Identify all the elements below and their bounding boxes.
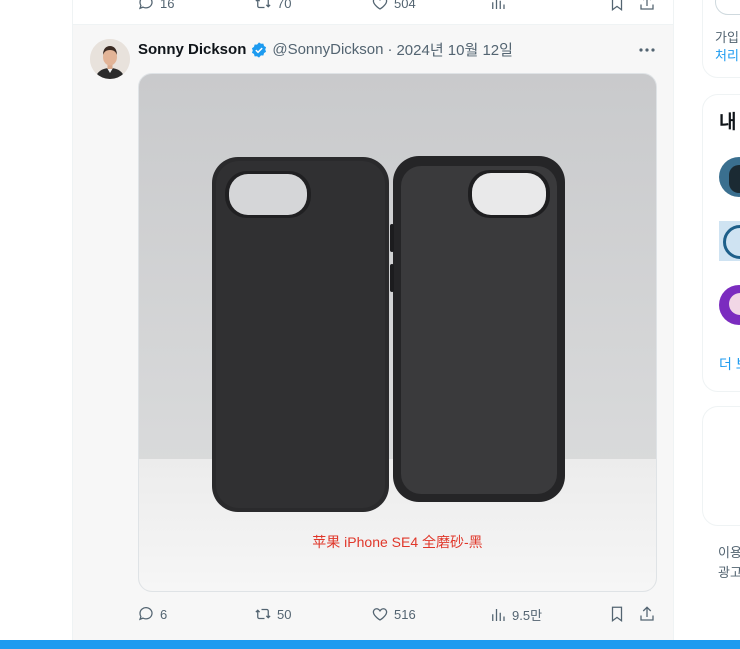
like-count: 516 [394,606,416,622]
like-icon [372,0,388,10]
image-caption: 苹果 iPhone SE4 全磨砂-黑 [312,534,483,550]
avatar-photo [90,39,130,79]
like-button[interactable]: 504 [371,0,416,12]
retweet-icon [255,608,271,620]
trends-card [702,406,740,526]
author-handle[interactable]: @SonnyDickson [272,41,383,58]
verified-badge-icon [252,41,267,58]
bookmark-button[interactable] [608,0,626,12]
retweet-button[interactable]: 70 [254,0,291,12]
show-more-link[interactable]: 더 보 [719,354,740,374]
reply-button[interactable]: 6 [137,605,167,623]
like-count: 504 [394,0,416,11]
share-icon [640,0,654,10]
timeline-column: 16 70 504 Sonny Dickson @SonnyDickson · … [72,0,674,640]
bookmark-button[interactable] [608,605,626,623]
reply-count: 16 [160,0,175,11]
author-name[interactable]: Sonny Dickson [138,41,246,58]
header-separator: · [387,41,393,58]
like-button[interactable]: 516 [371,605,416,623]
bookmark-icon [611,606,623,623]
views-button[interactable] [489,0,507,12]
retweet-button[interactable]: 50 [254,605,291,623]
suggestion-avatar-2[interactable] [719,221,740,261]
more-icon[interactable] [637,43,657,57]
views-icon [492,0,505,9]
share-button[interactable] [638,605,656,623]
bottom-blue-bar [0,640,740,649]
previous-tweet-actions: 16 70 504 [73,0,673,25]
bookmark-icon [611,0,623,12]
footer-link-terms[interactable]: 이용 [718,542,740,561]
share-button[interactable] [638,0,656,12]
share-icon [640,606,654,621]
retweet-count: 70 [277,0,292,11]
signup-card: 가입 처리 [702,0,740,78]
who-to-follow-card: 내 더 보 [702,94,740,392]
tweet-media-image[interactable]: 苹果 iPhone SE4 全磨砂-黑 [138,73,657,592]
signup-text: 가입 [715,30,739,45]
section-title: 내 [719,112,737,133]
phone-cases-photo [139,74,656,591]
views-icon [492,608,505,621]
reply-count: 6 [160,606,168,622]
signup-button[interactable] [715,0,740,15]
retweet-count: 50 [277,606,292,622]
reply-icon [138,607,153,621]
signup-link[interactable]: 처리 [715,45,739,64]
like-icon [372,608,388,621]
views-button[interactable]: 9.5만 [489,605,542,624]
reply-icon [138,0,153,10]
retweet-icon [255,0,271,9]
suggestion-avatar-3[interactable] [719,285,740,325]
tweet-date[interactable]: 2024년 10월 12일 [396,39,512,60]
view-count: 9.5만 [512,608,543,623]
tweet[interactable]: Sonny Dickson @SonnyDickson · 2024년 10월 … [73,25,673,640]
footer-link-ads[interactable]: 광고 [718,562,740,581]
right-sidebar: 가입 처리 내 더 보 이용 광고 [702,0,740,640]
suggestion-avatar-1[interactable] [719,157,740,197]
tweet-header: Sonny Dickson @SonnyDickson · 2024년 10월 … [138,39,513,60]
avatar[interactable] [90,39,130,79]
reply-button[interactable]: 16 [137,0,174,12]
